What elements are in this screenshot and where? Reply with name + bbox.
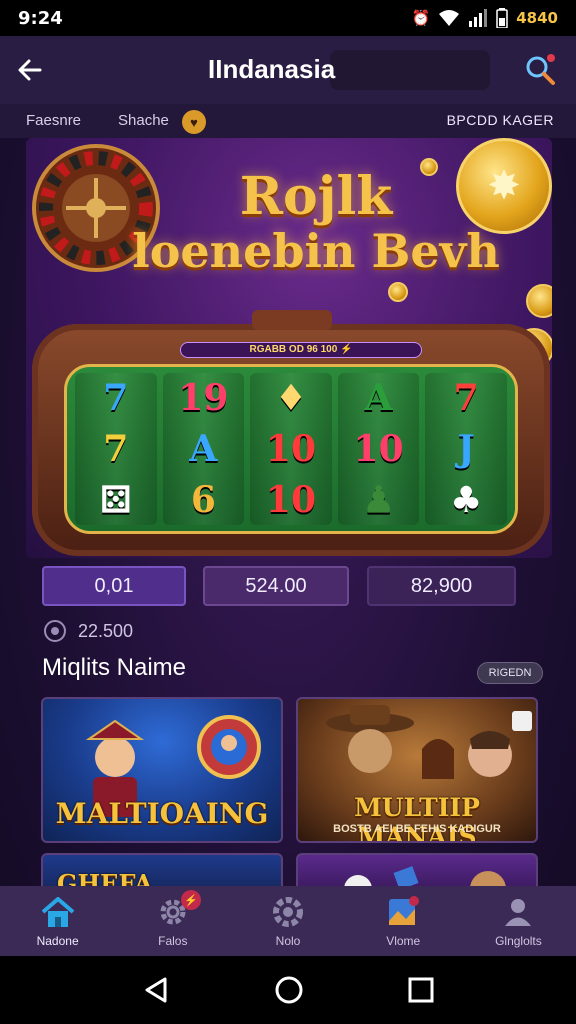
game-card-title: MULTIIP MANAIS: [354, 793, 480, 843]
slot-symbol: A: [189, 427, 218, 470]
search-icon: [526, 54, 555, 85]
nav-item-home[interactable]: Nadone: [0, 886, 115, 956]
slot-symbol: 19: [178, 377, 229, 420]
nav-label: Vlome: [386, 934, 421, 948]
app-bar: IIndanasia: [0, 36, 576, 104]
slot-symbol: 10: [353, 427, 404, 470]
slot-symbol: A: [364, 377, 393, 420]
slot-symbol: 6: [190, 478, 216, 521]
game-card[interactable]: MALTIOAING: [41, 697, 283, 843]
stat-box-3[interactable]: 82,900: [367, 566, 516, 606]
alarm-icon: ⏰: [411, 9, 431, 27]
slot-symbol: 7: [103, 377, 129, 420]
nav-item-profile[interactable]: Glnglolts: [461, 886, 576, 956]
search-button[interactable]: [522, 52, 558, 88]
nav-label: Falos: [158, 934, 188, 948]
system-nav-bar: [0, 956, 576, 1024]
section-more-button[interactable]: RIGEDN: [477, 662, 543, 684]
slot-reel: A 10 ♟: [337, 373, 420, 525]
sub-right-label[interactable]: BPCDD KAGER: [447, 112, 554, 128]
home-circle-icon[interactable]: [274, 975, 304, 1005]
nav-label: Nadone: [36, 934, 79, 948]
slot-symbol: 7: [453, 377, 479, 420]
notification-badge: ⚡: [181, 890, 202, 910]
sub-strip: Faesnre Shache ♥ BPCDD KAGER: [0, 104, 576, 138]
wifi-icon: [439, 10, 460, 26]
slot-symbol: ♣: [450, 478, 483, 521]
back-button[interactable]: [0, 36, 60, 104]
nav-label: Nolo: [275, 934, 301, 948]
sub-tab-a[interactable]: Faesnre: [26, 112, 81, 129]
slot-reels: 7 7 ⚄ 19 A 6 ♦ 10 10 A 10 ♟ 7 J ♣: [64, 364, 518, 534]
nav-item-nolo[interactable]: Nolo: [230, 886, 345, 956]
slot-symbol: ⚄: [100, 478, 132, 521]
nav-item-vlome[interactable]: Vlome: [346, 886, 461, 956]
status-icons: ⏰ 4840: [412, 8, 558, 28]
heart-badge-icon[interactable]: ♥: [182, 110, 206, 134]
slot-reel: 7 J ♣: [425, 373, 507, 525]
coin-icon: [388, 282, 408, 302]
page-title: IIndanasia: [208, 54, 336, 84]
stat-box-2[interactable]: 524.00: [203, 566, 349, 606]
hero-title-line2: loenebin Bevh: [132, 224, 500, 278]
settings-icon: [270, 894, 306, 930]
battery-text: 4840: [516, 9, 558, 27]
title-pill: [330, 50, 490, 90]
nav-label: Glnglolts: [495, 934, 542, 948]
game-card[interactable]: MULTIIP MANAIS BOSTB AEI BE FEHIS KADIGU…: [296, 697, 538, 843]
app-screen: 9:24 ⏰ 4840 IIndanasia Faesnre Shache ♥ …: [0, 0, 576, 1024]
hero-banner[interactable]: ✸ Rojlk loenebin Bevh RGABB OD 96 100 ⚡ …: [26, 138, 552, 558]
balance-row: 22.500: [44, 620, 133, 642]
status-time: 9:24: [18, 7, 63, 29]
recents-square-icon[interactable]: [407, 976, 435, 1004]
jackpot-bar: RGABB OD 96 100 ⚡: [180, 342, 422, 358]
hero-title: Rojlk loenebin Bevh: [116, 166, 516, 279]
home-icon: [40, 894, 76, 930]
game-card-title: MALTIOAING: [55, 797, 269, 830]
slot-symbol: 10: [265, 478, 317, 521]
stat-box-1[interactable]: 0,01: [42, 566, 186, 606]
slot-symbol: ♦: [274, 377, 308, 420]
coin-icon: [526, 284, 552, 318]
game-card-subtitle: BOSTB AEI BE FEHIS KADIGUR: [333, 823, 501, 835]
section-title: Miqlits Naime: [42, 654, 187, 681]
profile-icon: [500, 894, 536, 930]
slot-symbol: ♟: [362, 478, 395, 521]
machine-handle: [252, 310, 332, 330]
slot-reel: 19 A 6: [162, 373, 245, 525]
slot-symbol: J: [457, 427, 475, 470]
back-triangle-icon[interactable]: [141, 975, 171, 1005]
slot-machine[interactable]: RGABB OD 96 100 ⚡ 7 7 ⚄ 19 A 6 ♦ 10 10 A 10 ♟ 7 J ♣: [32, 310, 550, 556]
slot-reel: 7 7 ⚄: [75, 373, 157, 525]
sub-tab-b[interactable]: Shache: [118, 112, 169, 129]
nav-item-falos[interactable]: ⚡ Falos: [115, 886, 230, 956]
slot-symbol: 10: [265, 427, 317, 470]
slot-symbol: 7: [103, 427, 129, 470]
signal-icon: [469, 9, 488, 27]
back-arrow-icon: [18, 59, 42, 81]
gallery-icon: [385, 894, 421, 930]
balance-value: 22.500: [78, 620, 134, 641]
battery-icon: [496, 8, 508, 28]
slot-reel: ♦ 10 10: [250, 373, 332, 525]
coin-outline-icon: [44, 620, 66, 642]
bottom-nav: Nadone ⚡ Falos Nolo Vlome Glnglolts: [0, 886, 576, 956]
hero-title-line1: Rojlk: [239, 166, 393, 227]
status-bar: 9:24 ⏰ 4840: [0, 0, 576, 36]
